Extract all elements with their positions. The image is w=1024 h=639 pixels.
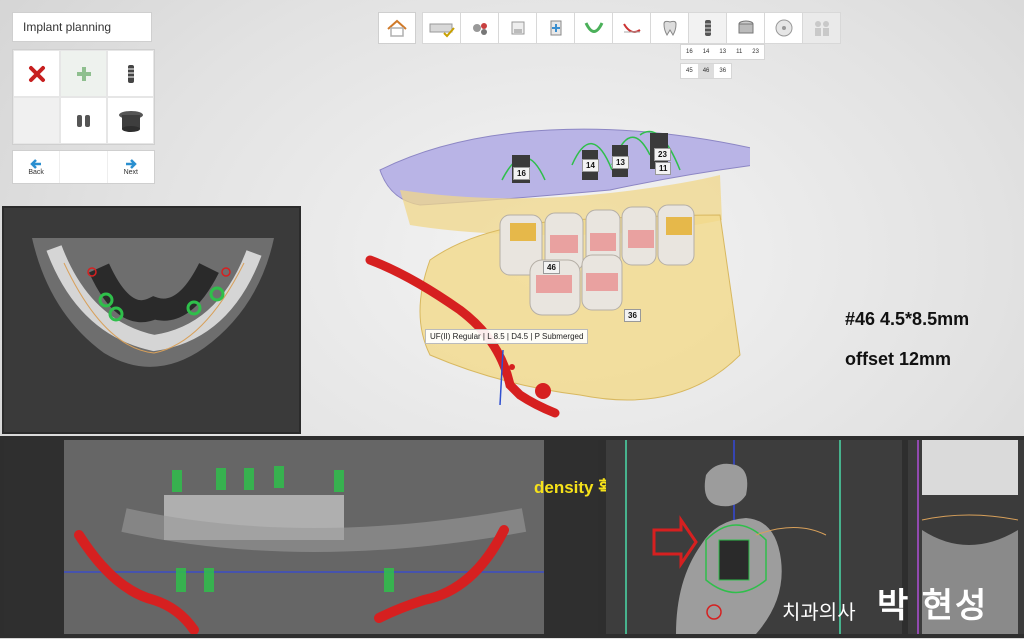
guide-step-icon	[550, 20, 561, 36]
back-button[interactable]: Back	[13, 151, 61, 183]
arrow-left-icon	[30, 158, 42, 169]
tooth-chip[interactable]: 14	[698, 45, 715, 59]
panoramic-image	[4, 440, 598, 635]
tooth-tag-13: 13	[612, 156, 629, 169]
tooth-tag-11: 11	[655, 162, 672, 175]
step-people	[802, 12, 841, 44]
implant-info-label: UF(II) Regular | L 8.5 | D4.5 | P Submer…	[425, 329, 589, 344]
empty-tool-slot	[13, 97, 60, 144]
implant-icon	[127, 64, 134, 83]
signature-name: 박 현성	[877, 587, 989, 625]
step-arch[interactable]	[574, 12, 613, 44]
disc-step-icon	[775, 19, 792, 37]
multi-implant-icon	[76, 114, 90, 127]
multi-implant-tool-button[interactable]	[60, 97, 107, 144]
tooth-chip[interactable]: 45	[681, 64, 698, 78]
back-label: Back	[28, 168, 44, 176]
sleeve-step-icon	[738, 20, 753, 34]
tooth-chip[interactable]: 36	[714, 64, 731, 78]
step-box[interactable]	[498, 12, 537, 44]
axial-ct-image	[32, 238, 274, 367]
tooth-chip[interactable]: 11	[731, 45, 747, 59]
step-scan[interactable]	[422, 12, 461, 44]
planning-title: Implant planning	[12, 12, 152, 42]
add-tool-button[interactable]	[60, 50, 107, 97]
delete-tool-button[interactable]	[13, 50, 60, 97]
tooth-tag-46: 46	[543, 261, 560, 274]
arch-step-icon	[584, 22, 603, 33]
panoramic-view[interactable]	[4, 440, 598, 635]
box-step-icon	[511, 21, 524, 35]
cross-section-view[interactable]	[606, 440, 902, 634]
signature-title: 치과의사	[782, 602, 856, 624]
abutment-icon	[118, 110, 143, 132]
workflow-steps	[422, 12, 841, 44]
step-tooth[interactable]	[650, 12, 689, 44]
nerve-step-icon	[622, 23, 641, 33]
implant-tool-button[interactable]	[107, 50, 154, 97]
tooth-step-icon	[662, 20, 677, 36]
axial-ct-view[interactable]	[2, 206, 301, 434]
tools-step-icon	[472, 23, 487, 35]
implant-step-icon	[704, 20, 711, 36]
tooth-chip[interactable]: 23	[747, 45, 764, 59]
tooth-chip[interactable]: 13	[714, 45, 731, 59]
tooth-chip[interactable]: 16	[681, 45, 698, 59]
cross-section-image	[606, 440, 902, 634]
tooth-tag-36: 36	[624, 309, 641, 322]
step-nerve[interactable]	[612, 12, 651, 44]
nav-spacer	[60, 151, 108, 183]
step-implant[interactable]	[688, 12, 727, 44]
people-step-icon	[814, 21, 829, 36]
tooth-chip-selected[interactable]: 46	[697, 64, 715, 78]
offset-annotation: offset 12mm	[845, 349, 952, 369]
tooth-tag-23: 23	[654, 148, 671, 161]
tooth-selector-upper: 16 14 13 11 23	[680, 44, 765, 60]
add-plus-icon	[76, 66, 91, 81]
tooth-tag-16: 16	[513, 167, 530, 180]
step-guide[interactable]	[536, 12, 575, 44]
step-sleeve[interactable]	[726, 12, 765, 44]
step-tools[interactable]	[460, 12, 499, 44]
next-label: Next	[123, 168, 139, 176]
tool-grid	[12, 49, 155, 145]
wizard-nav: Back Next	[12, 150, 155, 184]
tooth-selector-lower: 45 46 36	[680, 63, 733, 79]
scan-step-icon	[429, 23, 455, 38]
implant-spec-annotation: #46 4.5*8.5mm	[845, 309, 970, 329]
abutment-tool-button[interactable]	[107, 97, 154, 144]
delete-x-icon	[28, 65, 45, 82]
step-disc[interactable]	[764, 12, 803, 44]
arrow-right-icon	[125, 158, 137, 169]
next-button[interactable]: Next	[108, 151, 154, 183]
tooth-tag-14: 14	[582, 159, 599, 172]
home-icon	[387, 19, 407, 37]
home-button[interactable]	[378, 12, 416, 44]
